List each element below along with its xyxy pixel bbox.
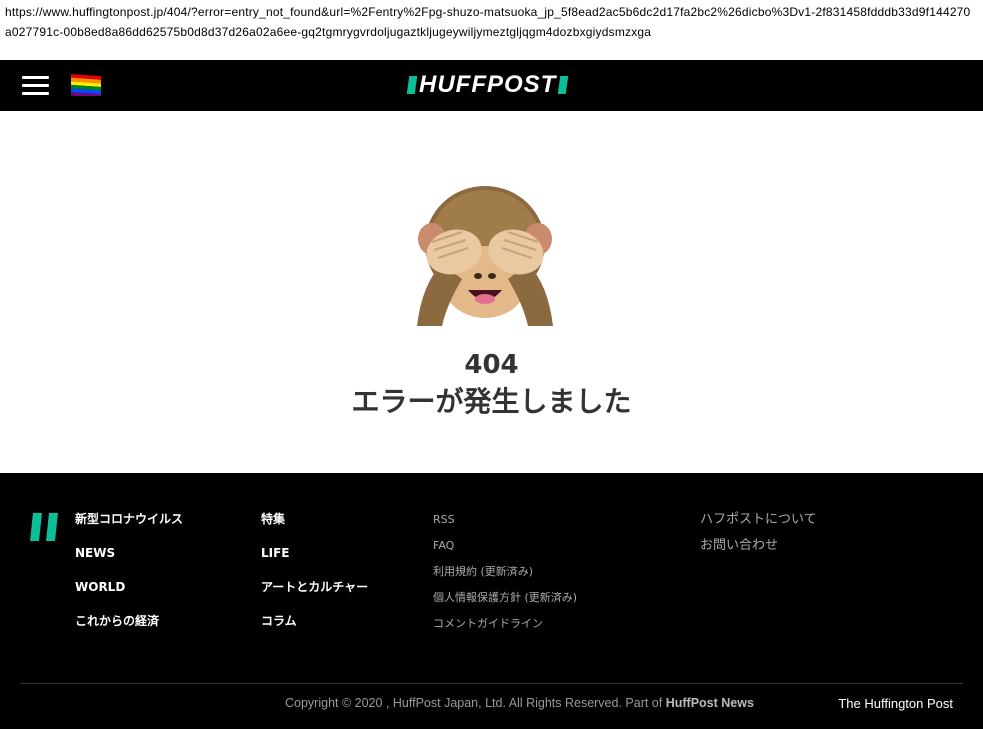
footer-col-about: ハフポストについて お問い合わせ bbox=[700, 511, 817, 563]
huffpost-footer-logo-icon[interactable] bbox=[30, 513, 60, 541]
footer-col-info: RSS FAQ 利用規約 (更新済み) 個人情報保護方針 (更新済み) コメント… bbox=[433, 513, 577, 643]
site-header: HUFFPOST bbox=[0, 60, 983, 111]
footer-link-comment-guide[interactable]: コメントガイドライン bbox=[433, 617, 577, 631]
footer-link-contact[interactable]: お問い合わせ bbox=[700, 537, 817, 554]
footer-col-sections: 新型コロナウイルス NEWS WORLD これからの経済 bbox=[75, 511, 183, 647]
footer-link-about[interactable]: ハフポストについて bbox=[700, 511, 817, 528]
error-code: 404 bbox=[464, 350, 519, 380]
footer-link-news[interactable]: NEWS bbox=[75, 545, 183, 562]
site-footer: 新型コロナウイルス NEWS WORLD これからの経済 特集 LIFE アート… bbox=[0, 473, 983, 729]
footer-col-features: 特集 LIFE アートとカルチャー コラム bbox=[261, 511, 368, 647]
copyright-text: Copyright © 2020 , HuffPost Japan, Ltd. … bbox=[285, 696, 754, 710]
logo-bar-right bbox=[558, 76, 569, 94]
footer-link-column[interactable]: コラム bbox=[261, 613, 368, 630]
huffington-post-link[interactable]: The Huffington Post bbox=[838, 696, 953, 711]
footer-link-privacy[interactable]: 個人情報保護方針 (更新済み) bbox=[433, 591, 577, 605]
huffpost-logo[interactable]: HUFFPOST bbox=[406, 71, 569, 98]
footer-link-rss[interactable]: RSS bbox=[433, 513, 577, 527]
footer-link-terms[interactable]: 利用規約 (更新済み) bbox=[433, 565, 577, 579]
rainbow-flag-icon[interactable] bbox=[70, 74, 102, 96]
footer-link-world[interactable]: WORLD bbox=[75, 579, 183, 596]
logo-text: HUFFPOST bbox=[419, 71, 557, 98]
footer-link-faq[interactable]: FAQ bbox=[433, 539, 577, 553]
logo-bar-left bbox=[406, 76, 418, 94]
huffpost-news-link[interactable]: HuffPost News bbox=[666, 696, 754, 710]
hamburger-icon[interactable] bbox=[22, 76, 49, 95]
footer-link-coronavirus[interactable]: 新型コロナウイルス bbox=[75, 511, 183, 528]
footer-divider bbox=[20, 683, 963, 684]
footer-link-special[interactable]: 特集 bbox=[261, 511, 368, 528]
footer-link-life[interactable]: LIFE bbox=[261, 545, 368, 562]
address-url[interactable]: https://www.huffingtonpost.jp/404/?error… bbox=[5, 2, 975, 42]
copyright-prefix: Copyright © 2020 , HuffPost Japan, Ltd. … bbox=[285, 696, 663, 710]
see-no-evil-monkey-icon bbox=[417, 186, 553, 326]
footer-link-art-culture[interactable]: アートとカルチャー bbox=[261, 579, 368, 596]
error-message: エラーが発生しました bbox=[351, 385, 632, 418]
footer-link-economy[interactable]: これからの経済 bbox=[75, 613, 183, 630]
